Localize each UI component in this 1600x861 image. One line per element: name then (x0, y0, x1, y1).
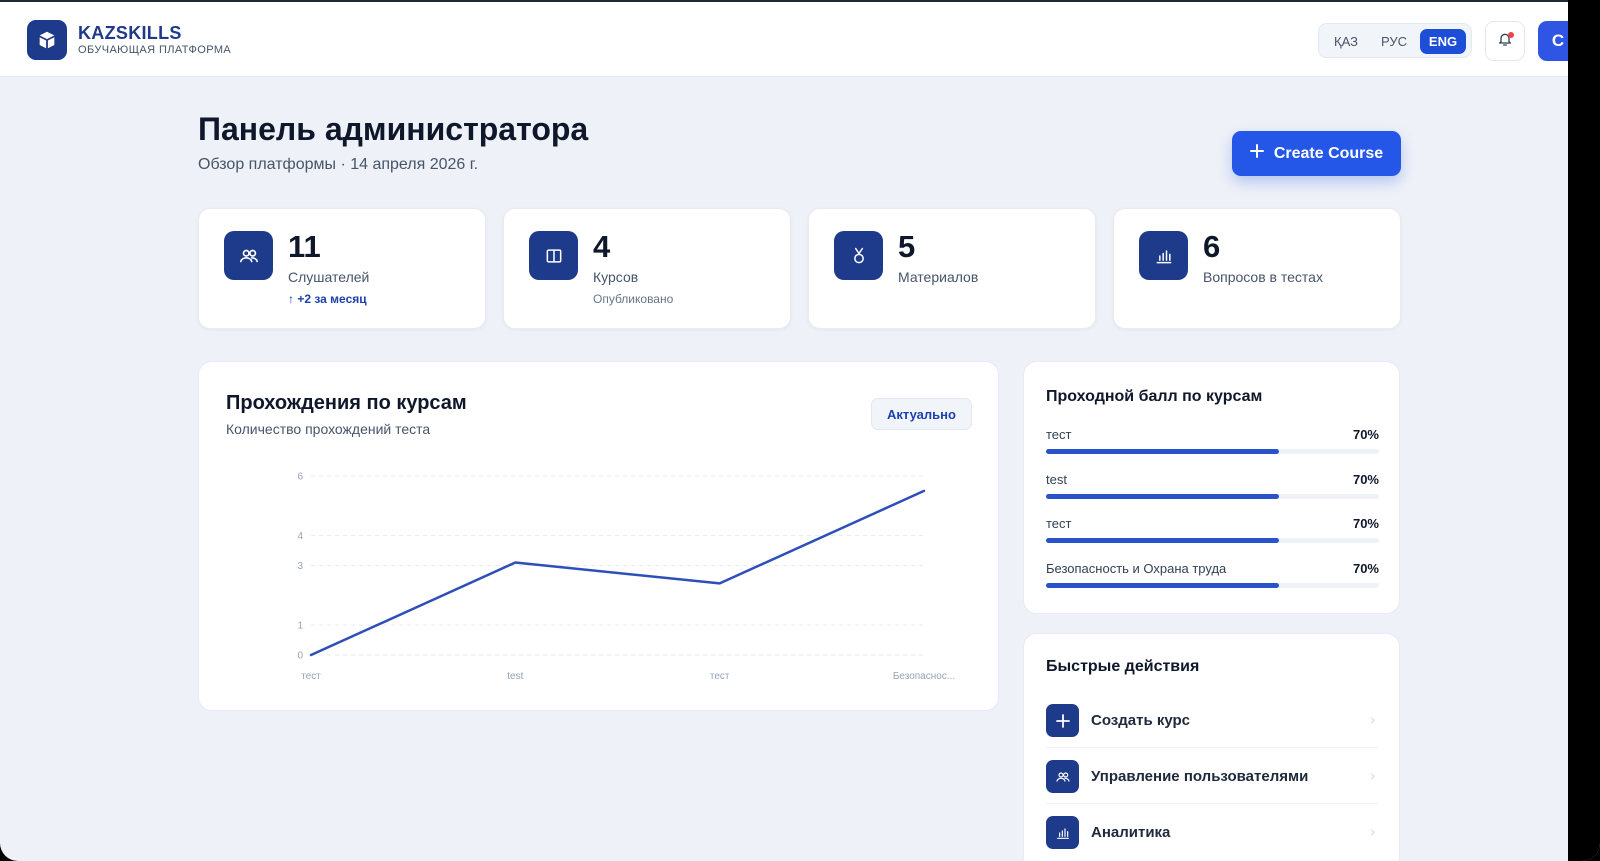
app-window: KAZSKILLS ОБУЧАЮЩАЯ ПЛАТФОРМА ҚАЗ РУС EN… (0, 0, 1600, 861)
quick-action-manage-users[interactable]: Управление пользователями › (1046, 748, 1379, 804)
score-progress-track (1046, 538, 1379, 543)
score-percent: 70% (1352, 516, 1379, 531)
score-percent: 70% (1352, 427, 1379, 442)
x-tick-label: тест (710, 671, 730, 682)
stat-label: Вопросов в тестах (1203, 269, 1323, 285)
course-name: Безопасность и Охрана труда (1046, 561, 1227, 576)
stat-value: 5 (898, 229, 916, 264)
course-completions-card: Прохождения по курсам Количество прохожд… (198, 361, 999, 711)
stat-label: Материалов (898, 269, 979, 285)
passing-score-card: Проходной балл по курсам тест 70% test 70% т… (1023, 361, 1400, 614)
x-tick-label: Безопаснос... (893, 671, 955, 682)
language-switcher: ҚАЗ РУС ENG (1318, 23, 1472, 58)
bar-chart-icon (1046, 816, 1079, 849)
logo-icon[interactable] (27, 20, 67, 60)
score-progress-track (1046, 449, 1379, 454)
book-icon (529, 231, 578, 280)
create-course-button[interactable]: Create Course (1232, 131, 1401, 176)
score-percent: 70% (1352, 472, 1379, 487)
score-progress-fill (1046, 583, 1280, 588)
stat-label: Слушателей (288, 269, 370, 285)
y-tick-label: 4 (297, 531, 303, 542)
score-progress-fill (1046, 494, 1280, 499)
brand-subtitle: ОБУЧАЮЩАЯ ПЛАТФОРМА (78, 44, 232, 56)
plus-icon (1046, 704, 1079, 737)
bar-chart-icon (1139, 231, 1188, 280)
quick-actions-title: Быстрые действия (1046, 658, 1200, 675)
stat-trend: ↑ +2 за месяц (288, 292, 367, 306)
x-tick-label: test (507, 671, 523, 682)
series-line (309, 489, 926, 657)
lang-eng-button[interactable]: ENG (1420, 29, 1466, 54)
stat-card-materials: 5 Материалов (808, 208, 1096, 329)
score-progress-track (1046, 494, 1379, 499)
user-avatar[interactable]: C (1538, 21, 1578, 61)
quick-actions-card: Быстрые действия Создать курс › Управлен… (1023, 633, 1400, 861)
y-tick-label: 3 (297, 561, 303, 572)
stat-value: 4 (593, 229, 611, 264)
x-tick-label: тест (301, 671, 321, 682)
score-percent: 70% (1352, 561, 1379, 576)
stat-value: 6 (1203, 229, 1221, 264)
passing-score-title: Проходной балл по курсам (1046, 388, 1263, 405)
quick-action-label: Аналитика (1091, 824, 1171, 841)
chevron-right-icon: › (1370, 823, 1375, 839)
score-progress-fill (1046, 538, 1280, 543)
passing-score-row: тест 70% (1046, 516, 1379, 552)
passing-score-row: Безопасность и Охрана труда 70% (1046, 561, 1379, 597)
course-name: test (1046, 472, 1067, 487)
create-course-label: Create Course (1273, 144, 1384, 162)
y-tick-label: 6 (297, 472, 303, 483)
brand-title: KAZSKILLS (78, 23, 182, 43)
stat-card-questions: 6 Вопросов в тестах (1113, 208, 1401, 329)
medal-icon (834, 231, 883, 280)
quick-action-label: Создать курс (1091, 712, 1191, 729)
score-progress-track (1046, 583, 1379, 588)
chevron-right-icon: › (1370, 767, 1375, 783)
chevron-right-icon: › (1370, 711, 1375, 727)
stat-label: Курсов (593, 269, 639, 285)
page-title: Панель администратора (198, 111, 589, 147)
users-icon (1046, 760, 1079, 793)
lang-kaz-button[interactable]: ҚАЗ (1325, 29, 1367, 54)
course-name: тест (1046, 427, 1072, 442)
quick-action-create-course[interactable]: Создать курс › (1046, 692, 1379, 748)
course-name: тест (1046, 516, 1072, 531)
completions-line-chart: 0 1 3 4 6 тест test тест Безопаснос... (297, 472, 955, 683)
users-icon (224, 231, 273, 280)
stat-value: 11 (288, 229, 321, 264)
notifications-button[interactable] (1485, 21, 1525, 61)
arrow-up-icon: ↑ (288, 292, 294, 306)
quick-action-label: Управление пользователями (1091, 768, 1309, 785)
stat-note: Опубликовано (593, 292, 674, 306)
plus-icon (1249, 144, 1264, 163)
y-tick-label: 0 (297, 651, 303, 662)
passing-score-row: test 70% (1046, 472, 1379, 508)
stat-card-courses: 4 Курсов Опубликовано (503, 208, 791, 329)
top-header: KAZSKILLS ОБУЧАЮЩАЯ ПЛАТФОРМА ҚАЗ РУС EN… (0, 0, 1578, 77)
y-tick-label: 1 (297, 621, 303, 632)
page-subtitle: Обзор платформы · 14 апреля 2026 г. (198, 156, 479, 173)
stat-card-listeners: 11 Слушателей ↑ +2 за месяц (198, 208, 486, 329)
score-progress-fill (1046, 449, 1280, 454)
notification-dot (1508, 32, 1514, 38)
lang-rus-button[interactable]: РУС (1373, 29, 1415, 54)
passing-score-row: тест 70% (1046, 427, 1379, 463)
stat-trend-text: +2 за месяц (297, 292, 367, 306)
quick-action-analytics[interactable]: Аналитика › (1046, 804, 1379, 860)
